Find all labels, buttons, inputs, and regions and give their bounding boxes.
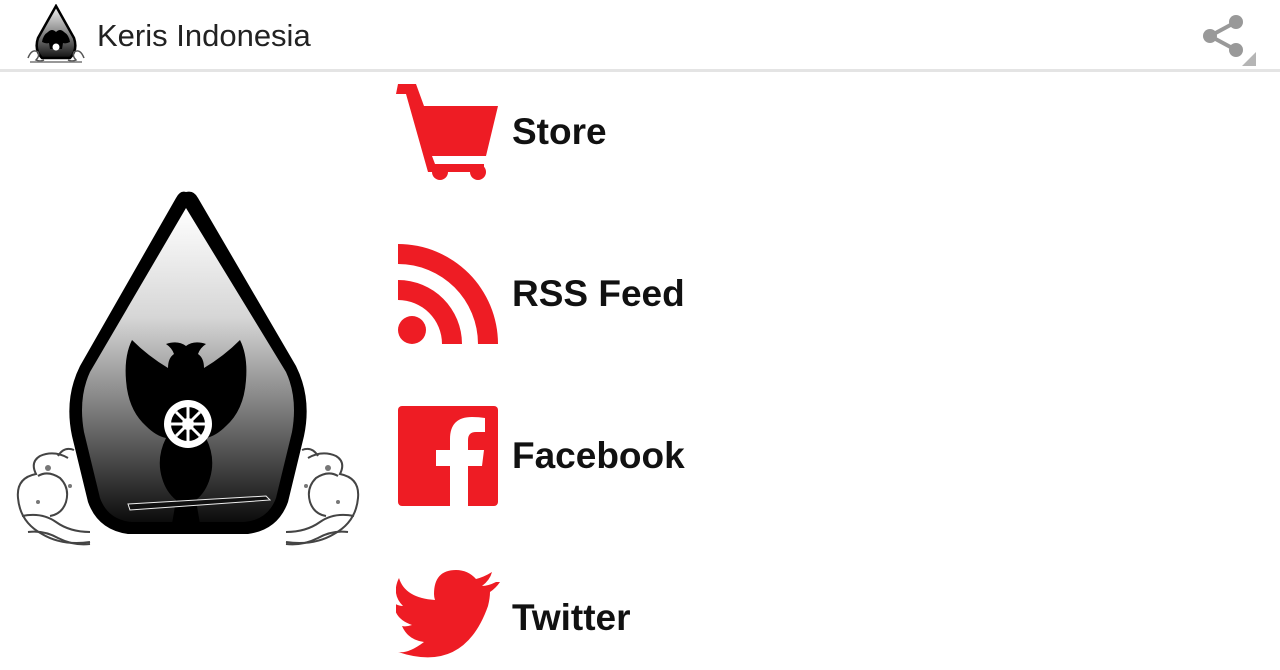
- shopping-cart-icon: [396, 84, 498, 180]
- rss-icon: [398, 244, 498, 344]
- app-title: Keris Indonesia: [97, 18, 311, 53]
- facebook-label: Facebook: [512, 435, 685, 476]
- facebook-icon: [398, 406, 498, 506]
- rss-feed-label: RSS Feed: [512, 273, 685, 314]
- share-icon: [1203, 15, 1243, 57]
- twitter-bird-icon: [396, 570, 500, 658]
- facebook-button[interactable]: Facebook: [396, 404, 816, 508]
- action-bar: Keris Indonesia: [0, 0, 1280, 72]
- app-logo-icon[interactable]: [24, 4, 88, 68]
- twitter-label: Twitter: [512, 597, 631, 638]
- twitter-button[interactable]: Twitter: [396, 566, 816, 670]
- store-button[interactable]: Store: [396, 80, 816, 184]
- keris-logo-image: [16, 191, 360, 546]
- store-label: Store: [512, 111, 607, 152]
- overflow-indicator: [1242, 52, 1256, 66]
- rss-feed-button[interactable]: RSS Feed: [396, 242, 816, 346]
- share-button[interactable]: [1192, 8, 1256, 66]
